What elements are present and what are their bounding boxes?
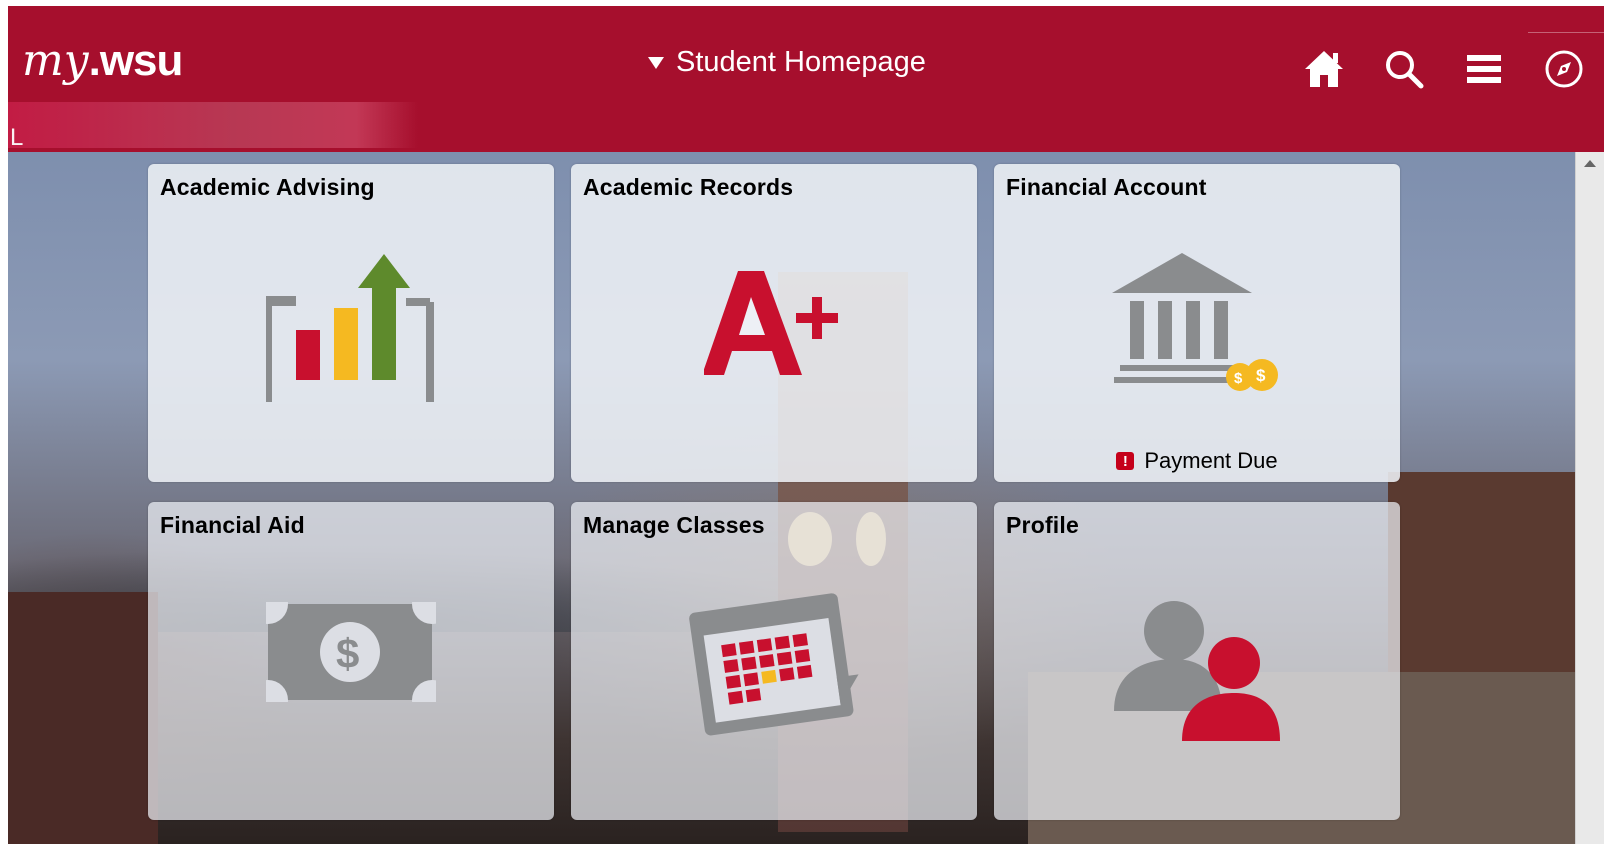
tile-title: Academic Advising xyxy=(160,174,375,200)
page-title: Student Homepage xyxy=(676,46,926,78)
status-text: Payment Due xyxy=(1144,448,1278,473)
tile-title: Academic Records xyxy=(583,174,794,200)
tile-icon-area: $ $ xyxy=(994,224,1400,424)
navigator-button[interactable] xyxy=(1524,6,1604,132)
payment-due-status: ! Payment Due xyxy=(994,448,1400,474)
tile-icon-area xyxy=(571,224,977,424)
vertical-scrollbar[interactable] xyxy=(1575,152,1604,844)
tile-financial-account[interactable]: Financial Account $ $ ! Payment Due xyxy=(994,164,1400,482)
bank-building-icon: $ $ xyxy=(1112,253,1278,391)
calendar-icon xyxy=(689,593,859,736)
search-icon xyxy=(1386,51,1424,89)
tile-academic-advising[interactable]: Academic Advising xyxy=(148,164,554,482)
tile-icon-area: $ xyxy=(148,552,554,752)
tile-icon-area xyxy=(148,224,554,424)
svg-text:$: $ xyxy=(1234,370,1243,387)
bar-chart-growth-icon xyxy=(266,254,434,402)
tile-title: Financial Account xyxy=(1006,174,1207,200)
tile-title: Financial Aid xyxy=(160,512,305,538)
svg-text:$: $ xyxy=(336,630,359,677)
mywsu-logo[interactable]: my.wsu xyxy=(22,36,184,85)
tile-academic-records[interactable]: Academic Records xyxy=(571,164,977,482)
scroll-up-arrow-icon[interactable] xyxy=(1584,160,1596,167)
app-frame: my.wsu Student Homepage L Academic Advis… xyxy=(8,6,1604,844)
tile-manage-classes[interactable]: Manage Classes xyxy=(571,502,977,820)
background-building-left xyxy=(8,592,158,844)
home-button[interactable] xyxy=(1284,6,1364,132)
users-icon xyxy=(1114,601,1280,741)
tile-profile[interactable]: Profile xyxy=(994,502,1400,820)
caret-down-icon xyxy=(648,56,664,69)
tile-title: Profile xyxy=(1006,512,1079,538)
header-actions xyxy=(1284,6,1604,132)
hamburger-menu-icon xyxy=(1467,55,1501,83)
tile-financial-aid[interactable]: Financial Aid $ xyxy=(148,502,554,820)
search-button[interactable] xyxy=(1364,6,1444,132)
tile-title: Manage Classes xyxy=(583,512,765,538)
user-initial: L xyxy=(10,124,24,151)
menu-button[interactable] xyxy=(1444,6,1524,132)
header-bar: my.wsu Student Homepage L xyxy=(8,6,1604,152)
logo-wsu-text: .wsu xyxy=(88,36,184,85)
alert-icon: ! xyxy=(1116,452,1135,470)
home-icon xyxy=(1305,51,1343,87)
tile-icon-area xyxy=(994,572,1400,772)
a-plus-grade-icon xyxy=(704,271,838,375)
dollar-bill-icon: $ xyxy=(266,602,436,702)
homepage-content: Academic Advising Academic Records Finan… xyxy=(8,152,1604,844)
svg-text:$: $ xyxy=(1256,366,1266,385)
header-divider xyxy=(1528,32,1604,33)
page-title-dropdown[interactable]: Student Homepage xyxy=(648,46,926,79)
tile-icon-area xyxy=(571,562,977,762)
compass-icon xyxy=(1545,50,1583,88)
user-name-bar: L xyxy=(8,102,418,151)
